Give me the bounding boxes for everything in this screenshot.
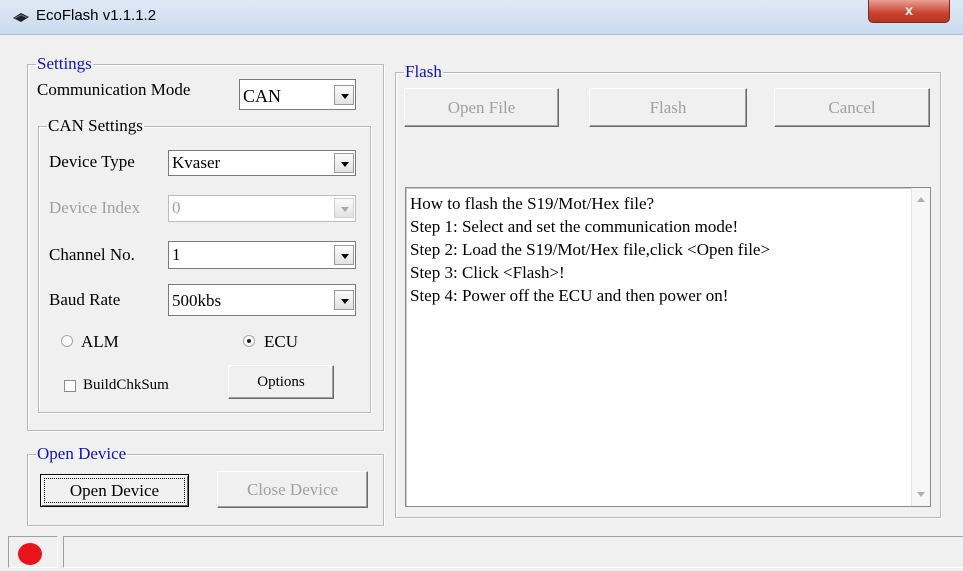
status-bar	[8, 536, 963, 569]
instruction-line: Step 2: Load the S19/Mot/Hex file,click …	[410, 240, 771, 259]
open-device-button-label: Open Device	[69, 481, 160, 500]
options-button[interactable]: Options	[228, 365, 334, 399]
title-bar: EcoFlash v1.1.1.2 x	[0, 0, 963, 35]
radio-alm[interactable]	[61, 335, 73, 347]
device-index-value: 0	[172, 198, 181, 217]
chevron-down-icon[interactable]	[334, 85, 354, 105]
device-type-select[interactable]: Kvaser	[168, 150, 356, 176]
channel-no-value: 1	[172, 245, 181, 264]
scroll-up-icon[interactable]	[917, 197, 925, 202]
buildchksum-checkbox[interactable]	[64, 380, 76, 392]
vertical-scrollbar[interactable]	[911, 188, 930, 506]
radio-ecu-label: ECU	[264, 332, 298, 351]
instruction-line: Step 4: Power off the ECU and then power…	[410, 286, 729, 305]
chevron-down-icon	[334, 198, 354, 218]
cancel-button[interactable]: Cancel	[774, 88, 930, 127]
status-indicator-cell	[8, 536, 58, 568]
status-led-icon	[18, 543, 42, 565]
cancel-button-label: Cancel	[828, 98, 876, 117]
open-device-legend: Open Device	[37, 444, 127, 463]
device-index-label: Device Index	[49, 198, 141, 217]
close-icon: x	[905, 2, 913, 18]
can-settings-legend: CAN Settings	[48, 116, 143, 135]
close-button[interactable]: x	[868, 0, 950, 23]
options-button-label: Options	[257, 374, 305, 390]
radio-alm-label: ALM	[81, 332, 119, 351]
buildchksum-label: BuildChkSum	[83, 377, 169, 393]
open-device-button[interactable]: Open Device	[40, 474, 189, 507]
open-file-button-label: Open File	[447, 98, 516, 117]
instruction-line: Step 1: Select and set the communication…	[410, 217, 739, 236]
channel-no-label: Channel No.	[49, 245, 135, 264]
chevron-down-icon[interactable]	[334, 245, 354, 265]
device-type-value: Kvaser	[172, 153, 221, 172]
instructions-lines: How to flash the S19/Mot/Hex file? Step …	[410, 192, 770, 307]
baud-rate-label: Baud Rate	[49, 290, 121, 309]
window-title: EcoFlash v1.1.1.2	[36, 7, 157, 24]
flash-button[interactable]: Flash	[589, 88, 747, 127]
communication-mode-select[interactable]: CAN	[239, 79, 356, 110]
baud-rate-select[interactable]: 500kbs	[168, 284, 356, 316]
device-index-select[interactable]: 0	[168, 195, 356, 222]
instruction-line: Step 3: Click <Flash>!	[410, 263, 565, 282]
status-text-cell	[63, 536, 963, 568]
communication-mode-value: CAN	[243, 86, 282, 106]
channel-no-select[interactable]: 1	[168, 241, 356, 269]
communication-mode-label: Communication Mode	[37, 80, 191, 99]
radio-ecu[interactable]	[243, 335, 255, 347]
device-type-label: Device Type	[49, 152, 135, 171]
settings-legend: Settings	[37, 54, 92, 73]
close-device-button-label: Close Device	[246, 480, 339, 499]
chevron-down-icon[interactable]	[334, 153, 354, 173]
baud-rate-value: 500kbs	[172, 291, 222, 310]
flash-button-label: Flash	[649, 98, 687, 117]
close-device-button[interactable]: Close Device	[217, 471, 368, 508]
open-file-button[interactable]: Open File	[404, 88, 559, 127]
instructions-textarea[interactable]: How to flash the S19/Mot/Hex file? Step …	[405, 187, 931, 507]
chip-icon	[13, 13, 29, 22]
flash-legend: Flash	[405, 62, 442, 81]
instruction-line: How to flash the S19/Mot/Hex file?	[410, 194, 655, 213]
chevron-down-icon[interactable]	[334, 290, 354, 310]
scroll-down-icon[interactable]	[917, 492, 925, 497]
